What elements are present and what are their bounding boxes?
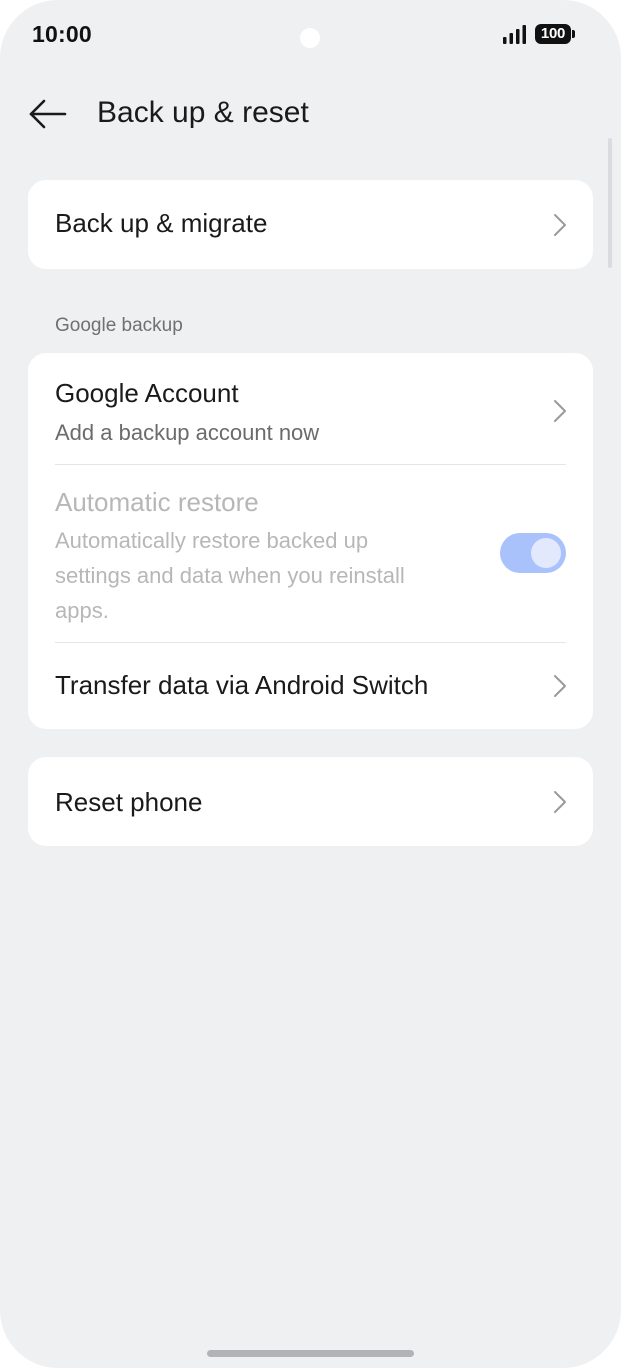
phone-screen: 10:00 100 Back up & reset Back up & migr… (0, 0, 621, 1368)
automatic-restore-subtitle-line2: settings and data when you reinstall (55, 563, 405, 588)
chevron-right-icon (554, 791, 566, 813)
google-account-item[interactable]: Google Account Add a backup account now (28, 353, 593, 464)
backup-migrate-item[interactable]: Back up & migrate (28, 180, 593, 269)
battery-level: 100 (535, 24, 571, 44)
reset-phone-card: Reset phone (28, 757, 593, 846)
battery-icon: 100 (535, 24, 577, 46)
chevron-right-icon (554, 675, 566, 697)
scroll-indicator[interactable] (608, 138, 612, 268)
chevron-right-icon (554, 214, 566, 236)
back-button[interactable] (22, 92, 74, 136)
automatic-restore-subtitle-line1: Automatically restore backed up (55, 528, 369, 553)
automatic-restore-item: Automatic restore Automatically restore … (28, 465, 593, 642)
arrow-left-icon (29, 99, 67, 129)
home-indicator[interactable] (207, 1350, 414, 1357)
google-account-label: Google Account (55, 378, 239, 408)
reset-phone-label: Reset phone (55, 787, 203, 817)
automatic-restore-subtitle-line3: apps. (55, 598, 109, 623)
automatic-restore-toggle[interactable] (500, 533, 566, 573)
signal-bars-icon (503, 25, 526, 44)
google-account-subtitle: Add a backup account now (55, 420, 320, 445)
automatic-restore-label: Automatic restore (55, 487, 259, 517)
google-backup-section-header: Google backup (55, 315, 183, 336)
backup-migrate-card: Back up & migrate (28, 180, 593, 269)
reset-phone-item[interactable]: Reset phone (28, 757, 593, 846)
transfer-data-label: Transfer data via Android Switch (55, 670, 429, 700)
chevron-right-icon (554, 400, 566, 422)
page-title: Back up & reset (97, 96, 309, 129)
transfer-data-item[interactable]: Transfer data via Android Switch (28, 643, 593, 729)
backup-migrate-label: Back up & migrate (55, 208, 268, 238)
camera-cutout (300, 28, 320, 48)
toggle-knob (531, 538, 561, 568)
status-time: 10:00 (32, 21, 92, 47)
battery-tip (572, 30, 575, 38)
google-backup-card: Google Account Add a backup account now … (28, 353, 593, 729)
